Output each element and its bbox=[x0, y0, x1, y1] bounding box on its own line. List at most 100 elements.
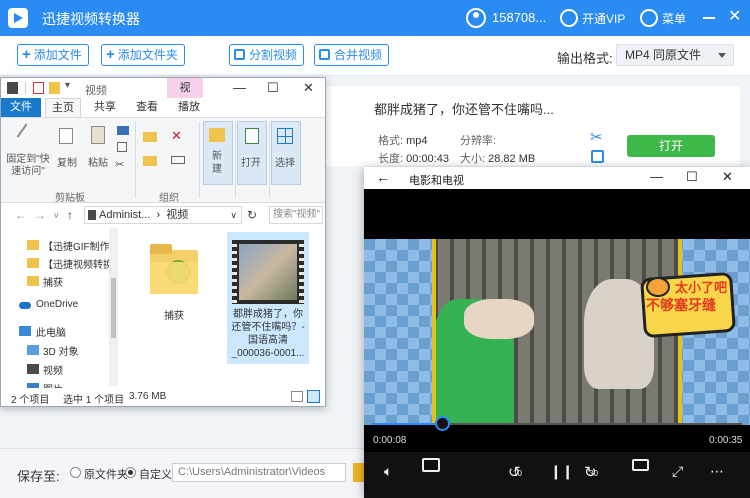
radio-custom[interactable] bbox=[125, 467, 136, 478]
capture-folder-label[interactable]: 捕获 bbox=[150, 310, 198, 323]
open-icon[interactable] bbox=[245, 128, 259, 144]
copy-to-icon[interactable] bbox=[143, 156, 157, 166]
explorer-close-icon[interactable]: ✕ bbox=[303, 80, 314, 96]
custom-label[interactable]: 自定义 bbox=[139, 466, 172, 482]
time-total: 0:00:35 bbox=[709, 435, 743, 446]
nav-item-videos[interactable]: 视频 bbox=[43, 362, 63, 377]
onedrive-icon bbox=[19, 302, 31, 309]
vip-icon[interactable] bbox=[560, 9, 578, 27]
divider bbox=[25, 82, 26, 94]
radio-original-folder[interactable] bbox=[70, 467, 81, 478]
paste-icon[interactable] bbox=[91, 126, 105, 144]
video-folder-icon bbox=[88, 210, 96, 220]
select-icon[interactable] bbox=[277, 128, 293, 144]
explorer-minimize-icon[interactable]: — bbox=[233, 80, 246, 95]
pause-icon[interactable]: ❙❙ bbox=[550, 463, 573, 480]
split-video-button[interactable]: 分割视频 bbox=[229, 44, 305, 66]
recent-dropdown-icon[interactable]: ∨ bbox=[53, 210, 60, 221]
menu-button[interactable]: 菜单 bbox=[662, 10, 686, 27]
pin-icon[interactable] bbox=[16, 123, 38, 145]
hand-image bbox=[464, 299, 534, 339]
tab-file[interactable]: 文件 bbox=[1, 98, 41, 117]
up-icon[interactable]: ↑ bbox=[67, 208, 73, 222]
player-maximize-icon[interactable]: ☐ bbox=[686, 169, 698, 185]
add-folder-button[interactable]: + 添加文件夹 bbox=[101, 44, 185, 66]
details-view-icon[interactable] bbox=[291, 391, 303, 402]
tab-view[interactable]: 查看 bbox=[129, 98, 165, 117]
progress-knob[interactable] bbox=[435, 416, 451, 431]
nav-scrollbar[interactable] bbox=[109, 228, 118, 386]
refresh-icon[interactable]: ↻ bbox=[247, 208, 257, 222]
explorer-maximize-icon[interactable]: ☐ bbox=[267, 80, 279, 96]
original-folder-label[interactable]: 原文件夹 bbox=[84, 466, 128, 482]
cut-path-icon[interactable] bbox=[117, 126, 129, 135]
skip-back-icon[interactable]: ↺ 10 bbox=[508, 463, 522, 481]
video-border-left bbox=[432, 239, 436, 425]
subtitles-icon[interactable] bbox=[422, 458, 440, 472]
skip-forward-icon[interactable]: ↻ 30 bbox=[584, 463, 598, 481]
copy-path-icon[interactable] bbox=[117, 142, 127, 152]
pin-quick-access-button[interactable]: 固定到"快 速访问" bbox=[3, 154, 53, 178]
tab-home[interactable]: 主页 bbox=[45, 98, 81, 117]
save-path-input[interactable]: C:\Users\Administrator\Videos bbox=[172, 463, 346, 482]
address-leaf[interactable]: 视频 bbox=[166, 209, 188, 221]
copy-button[interactable]: 复制 bbox=[55, 154, 79, 169]
new-button[interactable]: 新 建 bbox=[205, 150, 229, 176]
merge-video-button[interactable]: 合并视频 bbox=[314, 44, 390, 66]
new-folder-icon[interactable] bbox=[209, 128, 225, 142]
address-bar[interactable]: Administ... › 视频 ∨ bbox=[84, 206, 242, 224]
menu-icon[interactable] bbox=[640, 9, 658, 27]
new-folder-icon[interactable] bbox=[49, 82, 60, 94]
save-to-label: 保存至: bbox=[17, 469, 60, 484]
output-format-select[interactable]: MP4 同原文件 bbox=[616, 44, 734, 66]
close-icon[interactable]: ✕ bbox=[728, 8, 741, 26]
back-arrow-icon[interactable]: ← bbox=[376, 169, 390, 185]
large-icons-view-icon[interactable] bbox=[307, 390, 320, 403]
copy-icon[interactable] bbox=[59, 128, 73, 144]
minimize-icon[interactable] bbox=[703, 17, 715, 19]
open-button-explorer[interactable]: 打开 bbox=[239, 154, 263, 169]
video-thumbnail-icon[interactable] bbox=[232, 240, 304, 304]
properties-icon[interactable] bbox=[33, 82, 44, 94]
forward-icon[interactable]: → bbox=[34, 208, 46, 222]
tab-play[interactable]: 播放 bbox=[171, 98, 207, 117]
delete-icon[interactable]: ✕ bbox=[171, 128, 182, 144]
search-input[interactable]: 搜索"视频" bbox=[269, 206, 323, 224]
ribbon: 固定到"快 速访问" 复制 粘贴 ✂ 剪贴板 ✕ 组织 新 建 打开 选择 bbox=[1, 117, 325, 204]
open-button[interactable]: 打开 bbox=[627, 135, 715, 157]
select-button[interactable]: 选择 bbox=[273, 154, 297, 169]
rename-icon[interactable] bbox=[171, 156, 185, 164]
add-file-button[interactable]: + 添加文件 bbox=[17, 44, 89, 66]
back-icon[interactable]: ← bbox=[15, 208, 27, 222]
nav-item-onedrive[interactable]: OneDrive bbox=[36, 299, 78, 310]
nav-item-3d[interactable]: 3D 对象 bbox=[43, 343, 79, 358]
vip-button[interactable]: 开通VIP bbox=[582, 10, 625, 27]
address-root[interactable]: Administ... bbox=[99, 209, 150, 221]
scrollbar-thumb[interactable] bbox=[111, 278, 116, 338]
scissors-icon[interactable]: ✂ bbox=[115, 158, 124, 171]
context-tab-video-tools[interactable]: 视 bbox=[167, 78, 203, 98]
more-options-icon[interactable]: ⋯ bbox=[710, 463, 724, 480]
move-to-icon[interactable] bbox=[143, 132, 157, 142]
nav-item-this-pc[interactable]: 此电脑 bbox=[36, 324, 66, 339]
user-avatar-icon[interactable] bbox=[466, 8, 486, 28]
user-id[interactable]: 158708... bbox=[492, 10, 546, 25]
nav-item-capture[interactable]: 捕获 bbox=[43, 274, 63, 289]
volume-icon[interactable]: 🔈︎ bbox=[384, 463, 392, 480]
fullscreen-icon[interactable]: ⤢ bbox=[672, 463, 683, 480]
qa-dropdown-icon[interactable]: ▾ bbox=[65, 80, 76, 92]
organize-group-label: 组织 bbox=[159, 193, 179, 204]
edit-icon[interactable] bbox=[591, 150, 604, 163]
nav-item-converter[interactable]: 【迅捷视频转换 bbox=[43, 256, 109, 271]
output-format-label: 输出格式: bbox=[557, 51, 613, 66]
mini-view-icon[interactable] bbox=[632, 459, 649, 471]
player-close-icon[interactable]: ✕ bbox=[722, 169, 733, 185]
tab-share[interactable]: 共享 bbox=[87, 98, 123, 117]
address-dropdown-icon[interactable]: ∨ bbox=[230, 207, 237, 223]
scissors-icon[interactable]: ✂ bbox=[590, 128, 603, 146]
video-file-label[interactable]: 都胖成猪了，你还管不住嘴吗？- 国语高清_000036-0001... bbox=[230, 308, 306, 360]
capture-folder-icon[interactable] bbox=[150, 240, 198, 304]
player-minimize-icon[interactable]: — bbox=[650, 169, 663, 184]
folder-icon bbox=[27, 258, 39, 268]
paste-button[interactable]: 粘贴 bbox=[85, 154, 111, 169]
